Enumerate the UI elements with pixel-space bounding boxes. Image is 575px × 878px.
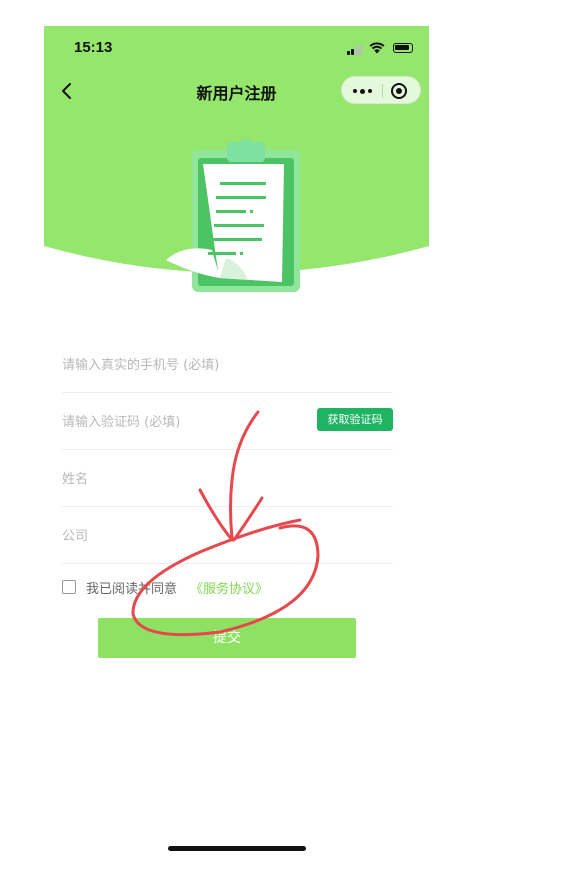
- registration-form: 请输入真实的手机号 (必填) 请输入验证码 (必填) 获取验证码 姓名 公司: [62, 336, 393, 564]
- company-placeholder: 公司: [62, 529, 89, 544]
- cellular-signal-icon: [347, 44, 363, 55]
- name-field[interactable]: 姓名: [62, 450, 393, 507]
- agreement-checkbox[interactable]: [62, 580, 76, 594]
- phone-field[interactable]: 请输入真实的手机号 (必填): [62, 336, 393, 393]
- wifi-icon: [369, 42, 385, 54]
- more-options-icon[interactable]: [342, 77, 382, 105]
- phone-screen: 15:13 新用户注册 请输入真实的手机号 (必填) 请输入验证码 (必填) 获…: [44, 26, 429, 878]
- service-agreement-link[interactable]: 《服务协议》: [190, 578, 268, 597]
- agreement-text: 我已阅读并同意: [86, 582, 178, 597]
- verification-code-field[interactable]: 请输入验证码 (必填) 获取验证码: [62, 393, 393, 450]
- mini-program-capsule: [341, 76, 421, 104]
- code-placeholder: 请输入验证码 (必填): [62, 415, 181, 430]
- capsule-divider: [382, 84, 383, 98]
- nav-bar: 新用户注册: [44, 70, 429, 112]
- close-mini-program-icon[interactable]: [390, 82, 408, 100]
- status-time: 15:13: [74, 39, 113, 56]
- get-code-button[interactable]: 获取验证码: [317, 408, 393, 431]
- hero-banner: [44, 112, 429, 292]
- home-indicator: [168, 846, 306, 851]
- company-field[interactable]: 公司: [62, 507, 393, 564]
- phone-placeholder: 请输入真实的手机号 (必填): [62, 358, 220, 373]
- name-placeholder: 姓名: [62, 472, 89, 487]
- battery-icon: [393, 43, 413, 53]
- submit-button[interactable]: 提交: [98, 618, 356, 658]
- status-bar: 15:13: [44, 26, 429, 70]
